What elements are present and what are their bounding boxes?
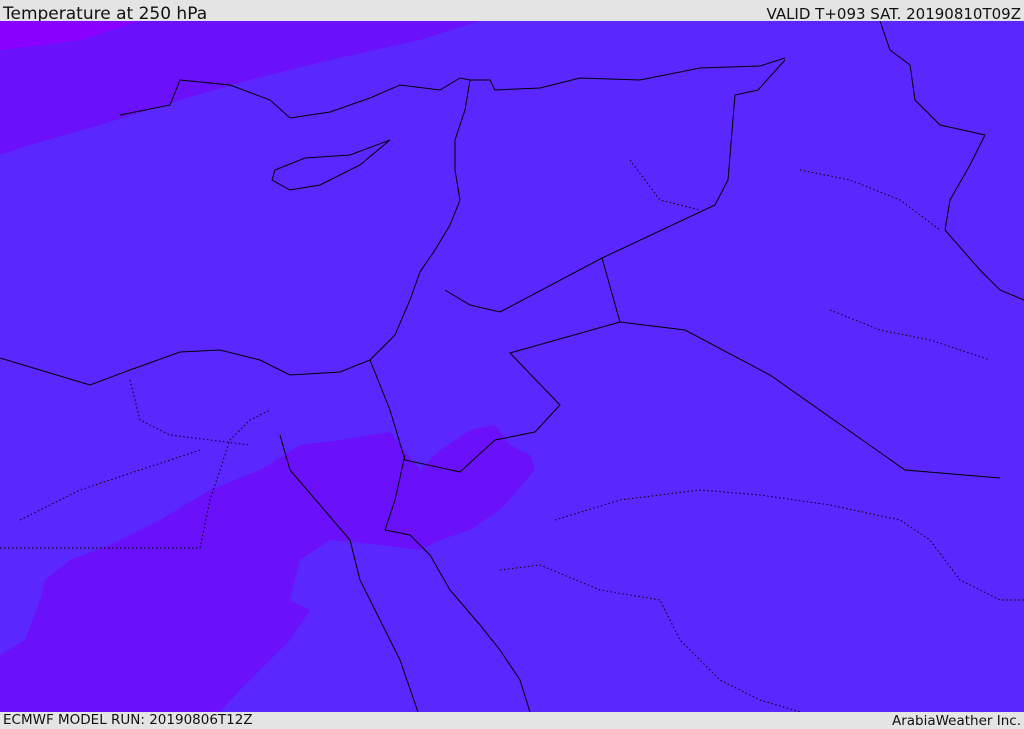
header-bar: Temperature at 250 hPa VALID T+093 SAT. … (0, 0, 1024, 24)
credit: ArabiaWeather Inc. (891, 713, 1021, 729)
temperature-map (0, 21, 1024, 712)
footer-bar: ECMWF MODEL RUN: 20190806T12Z ArabiaWeat… (0, 712, 1024, 729)
model-run: ECMWF MODEL RUN: 20190806T12Z (3, 712, 253, 728)
